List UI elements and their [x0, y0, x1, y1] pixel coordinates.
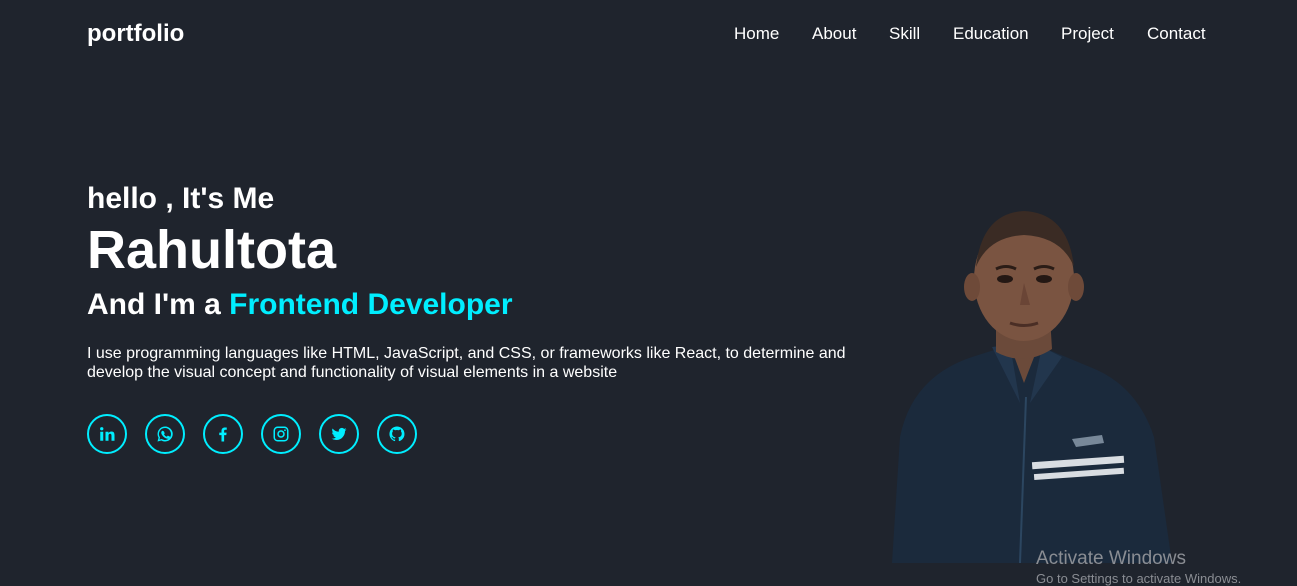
linkedin-link[interactable]	[87, 414, 127, 454]
nav-home[interactable]: Home	[734, 24, 779, 44]
profile-photo-image	[892, 211, 1172, 563]
facebook-icon	[219, 427, 227, 442]
hero-role: And I'm a Frontend Developer	[87, 286, 877, 324]
twitter-icon	[331, 427, 347, 441]
role-highlight: Frontend Developer	[229, 288, 513, 321]
whatsapp-icon	[157, 426, 173, 442]
hero-name: Rahultota	[87, 220, 336, 280]
github-icon	[389, 426, 405, 442]
hero-greeting: hello , It's Me	[87, 182, 275, 215]
nav-about[interactable]: About	[812, 24, 856, 44]
nav-project[interactable]: Project	[1061, 24, 1114, 44]
nav-contact[interactable]: Contact	[1147, 24, 1206, 44]
social-links	[87, 414, 877, 454]
nav-skill[interactable]: Skill	[889, 24, 920, 44]
nav-education[interactable]: Education	[953, 24, 1029, 44]
hero-description: I use programming languages like HTML, J…	[87, 345, 846, 381]
site-header: portfolio Home About Skill Education Pro…	[0, 0, 1297, 70]
instagram-icon	[273, 426, 289, 442]
role-prefix: And I'm a	[87, 288, 230, 321]
linkedin-icon	[100, 427, 115, 441]
whatsapp-link[interactable]	[145, 414, 185, 454]
hero-section: hello , It's Me Rahultota And I'm a Fron…	[87, 180, 877, 454]
facebook-link[interactable]	[203, 414, 243, 454]
profile-photo	[892, 207, 1172, 563]
instagram-link[interactable]	[261, 414, 301, 454]
twitter-link[interactable]	[319, 414, 359, 454]
main-nav: Home About Skill Education Project Conta…	[0, 24, 1297, 48]
github-link[interactable]	[377, 414, 417, 454]
activate-windows-title: Activate Windows	[1036, 548, 1186, 569]
